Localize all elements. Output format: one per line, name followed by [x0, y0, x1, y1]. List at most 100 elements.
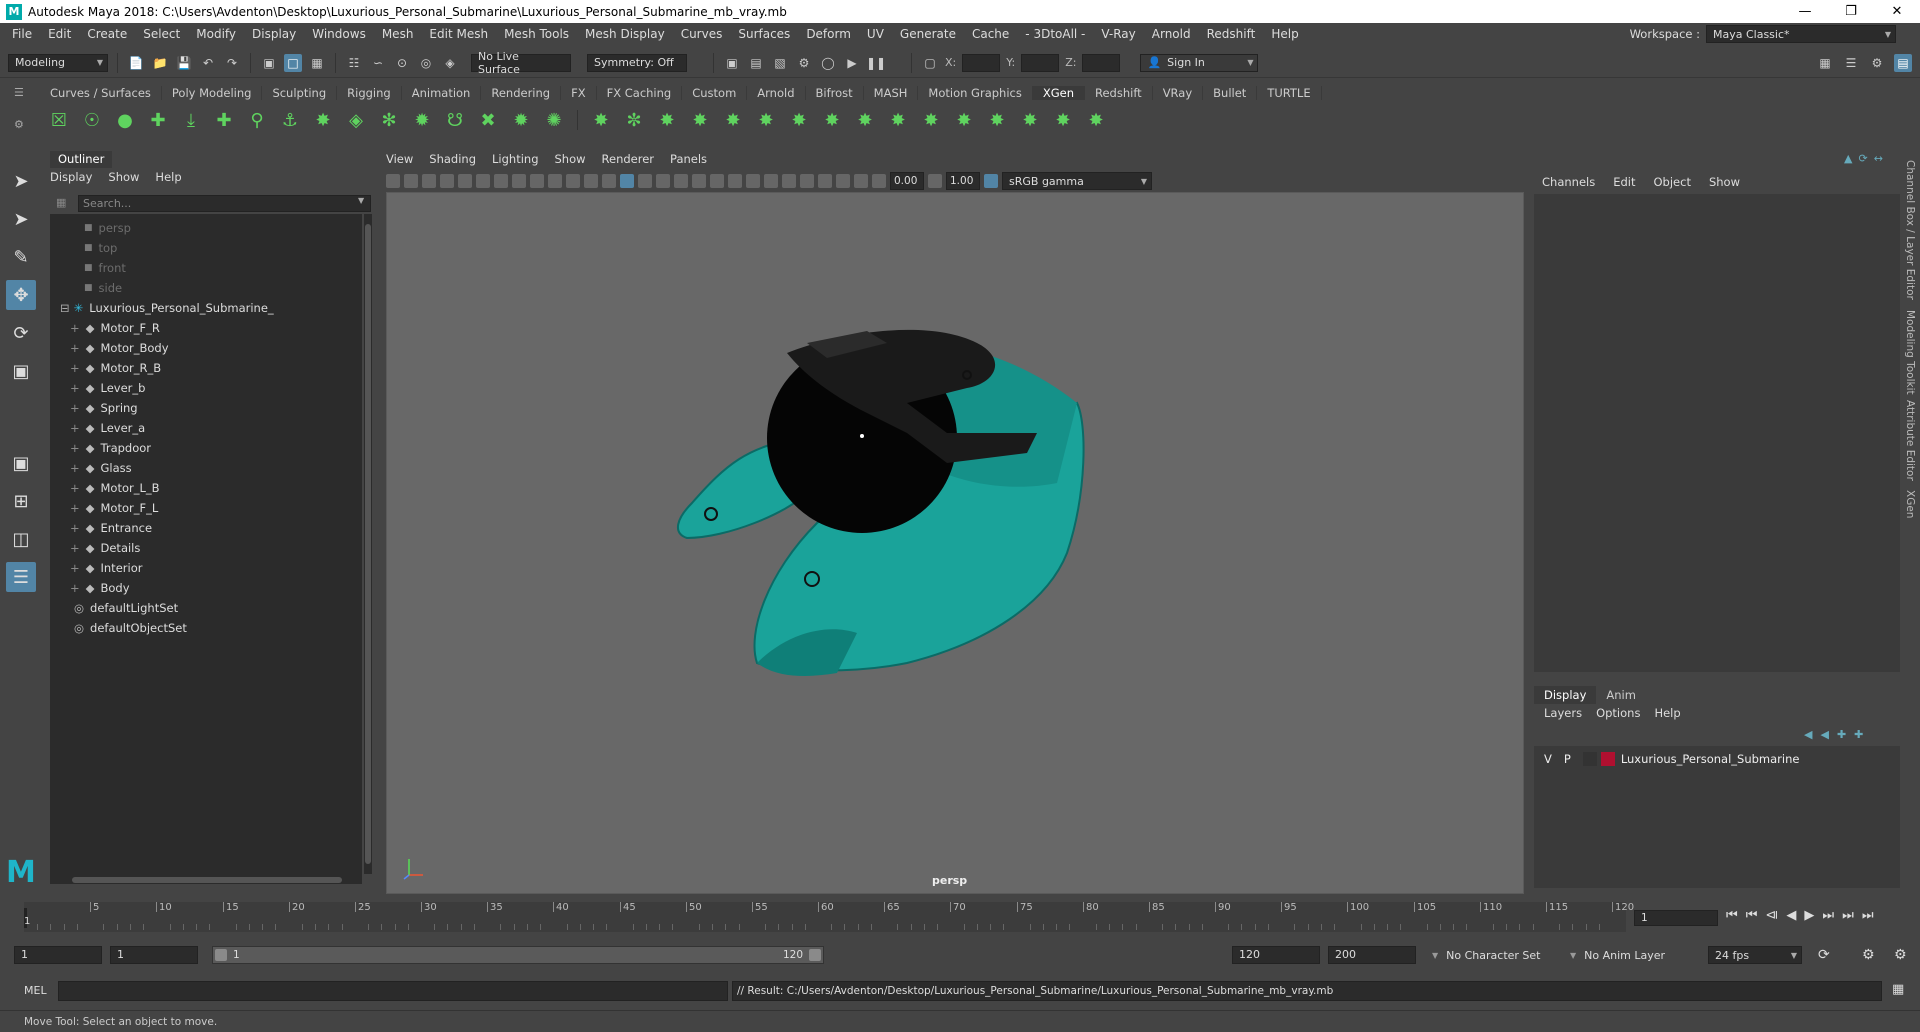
outliner-set-defaultobjectset[interactable]: ◎ defaultObjectSet: [74, 618, 187, 638]
outliner-camera-persp[interactable]: ■ persp: [84, 218, 131, 238]
sync-icon[interactable]: ⟳: [1858, 152, 1867, 165]
expand-icon[interactable]: +: [70, 381, 80, 395]
xgen-editor-icon[interactable]: ☒: [46, 107, 72, 133]
groom-width-icon[interactable]: ✸: [984, 107, 1010, 133]
groom-smooth-icon[interactable]: ✸: [786, 107, 812, 133]
guide-tool-2-icon[interactable]: ✹: [409, 107, 435, 133]
channel-box-menu-channels[interactable]: Channels: [1542, 175, 1595, 189]
menu-item-select[interactable]: Select: [135, 27, 188, 41]
loop-icon[interactable]: ⟳: [1818, 947, 1830, 963]
new-layer-icon[interactable]: ✚: [1837, 728, 1846, 741]
outliner-item-body[interactable]: + ◆ Body: [70, 578, 130, 598]
expand-icon[interactable]: +: [70, 461, 80, 475]
create-description-icon[interactable]: ☉: [79, 107, 105, 133]
guide-tool-4-icon[interactable]: ✖: [475, 107, 501, 133]
mode-select[interactable]: Modeling ▼: [8, 53, 108, 72]
gamma-icon[interactable]: [928, 174, 942, 188]
layer-tab-display[interactable]: Display: [1534, 686, 1597, 704]
outliner-root-group[interactable]: ⊟ ✳ Luxurious_Personal_Submarine_: [60, 298, 274, 318]
gate-mask-icon[interactable]: [548, 174, 562, 188]
field-chart-icon[interactable]: [566, 174, 580, 188]
menu-item-mesh[interactable]: Mesh: [374, 27, 422, 41]
render-icon[interactable]: ▤: [747, 54, 765, 72]
outliner-item-details[interactable]: + ◆ Details: [70, 538, 140, 558]
outliner-item-motor-r-b[interactable]: + ◆ Motor_R_B: [70, 358, 161, 378]
expand-icon[interactable]: +: [70, 441, 80, 455]
shelf-tab-mash[interactable]: MASH: [864, 86, 919, 100]
layer-menu-help[interactable]: Help: [1654, 706, 1680, 720]
rotate-tool-icon[interactable]: ⟳: [6, 318, 36, 348]
play-forwards-icon[interactable]: ▶: [1804, 908, 1814, 923]
scale-tool-icon[interactable]: ▣: [6, 356, 36, 386]
minimize-icon[interactable]: —: [1782, 0, 1828, 23]
viewport-menu-show[interactable]: Show: [555, 152, 586, 166]
auto-key-icon[interactable]: ⚙: [1862, 947, 1875, 963]
layer-menu-layers[interactable]: Layers: [1544, 706, 1582, 720]
outliner-camera-front[interactable]: ■ front: [84, 258, 126, 278]
menu-item-edit-mesh[interactable]: Edit Mesh: [421, 27, 496, 41]
menu-item-create[interactable]: Create: [79, 27, 135, 41]
grease-pencil-icon[interactable]: [476, 174, 490, 188]
menu-item-mesh-tools[interactable]: Mesh Tools: [496, 27, 577, 41]
layer-playback-toggle[interactable]: P: [1564, 752, 1571, 766]
shelf-tab-animation[interactable]: Animation: [402, 86, 482, 100]
layer-menu-options[interactable]: Options: [1596, 706, 1640, 720]
live-surface-field[interactable]: No Live Surface: [471, 50, 571, 76]
viewport-menu-renderer[interactable]: Renderer: [602, 152, 655, 166]
outliner-camera-top[interactable]: ■ top: [84, 238, 117, 258]
shelf-tab-bullet[interactable]: Bullet: [1203, 86, 1258, 100]
snap-point-icon[interactable]: ⊙: [393, 54, 411, 72]
menu-item-generate[interactable]: Generate: [892, 27, 964, 41]
select-tool-icon[interactable]: ➤: [6, 166, 36, 196]
layer-reference-toggle[interactable]: [1582, 752, 1597, 766]
menu-item-edit[interactable]: Edit: [40, 27, 79, 41]
ipr-render-icon[interactable]: ▧: [771, 54, 789, 72]
outliner-search-input[interactable]: Search...: [78, 195, 371, 212]
wireframe-icon[interactable]: [602, 174, 616, 188]
layer-color-swatch[interactable]: [1600, 752, 1615, 766]
fps-select[interactable]: 24 fps ▼: [1708, 946, 1802, 964]
guide-tool-icon[interactable]: ✸: [310, 107, 336, 133]
outliner-layout-icon[interactable]: ☰: [6, 562, 36, 592]
shelf-tab-fx-caching[interactable]: FX Caching: [597, 86, 683, 100]
menu-item-surfaces[interactable]: Surfaces: [730, 27, 798, 41]
isolate-select-icon[interactable]: [800, 174, 814, 188]
layer-tab-anim[interactable]: Anim: [1596, 686, 1646, 704]
save-scene-icon[interactable]: 💾: [175, 54, 193, 72]
snap-surface-icon[interactable]: ◈: [441, 54, 459, 72]
play-backwards-icon[interactable]: ◀: [1786, 908, 1796, 923]
shelf-tab-xgen[interactable]: XGen: [1032, 86, 1085, 100]
wireframe-on-shaded-icon[interactable]: [656, 174, 670, 188]
playback-start-field[interactable]: 1: [110, 946, 198, 964]
use-all-lights-icon[interactable]: [692, 174, 706, 188]
depth-of-field-icon[interactable]: [782, 174, 796, 188]
move-layer-down-icon[interactable]: ◀: [1820, 728, 1828, 741]
outliner-item-motor-f-r[interactable]: + ◆ Motor_F_R: [70, 318, 160, 338]
expand-icon[interactable]: +: [70, 581, 80, 595]
ambient-occlusion-icon[interactable]: [728, 174, 742, 188]
end-time-field[interactable]: 200: [1328, 946, 1416, 964]
range-start-handle[interactable]: [215, 949, 227, 961]
step-forward-key-icon[interactable]: ⏭: [1822, 908, 1834, 923]
shelf-tab-poly-modeling[interactable]: Poly Modeling: [162, 86, 263, 100]
xray-joints-icon[interactable]: [836, 174, 850, 188]
side-tab-modeling-toolkit[interactable]: Modeling Toolkit: [1904, 310, 1916, 395]
expand-icon[interactable]: +: [70, 501, 80, 515]
outliner-menu-display[interactable]: Display: [50, 170, 92, 184]
current-frame-field[interactable]: 1: [1634, 910, 1718, 926]
outliner-tab[interactable]: Outliner: [50, 151, 113, 168]
render-settings-icon[interactable]: ⚙: [795, 54, 813, 72]
expand-icon[interactable]: +: [70, 521, 80, 535]
expand-icon[interactable]: ↔: [1874, 152, 1883, 165]
groom-grab-icon[interactable]: ✸: [720, 107, 746, 133]
vray-stop-icon[interactable]: ❚❚: [866, 54, 886, 72]
vray-render-icon[interactable]: ▶: [843, 54, 861, 72]
transform-absolute-icon[interactable]: ▢: [921, 54, 939, 72]
perspective-viewport[interactable]: [386, 192, 1524, 894]
outliner-hscrollbar[interactable]: [62, 876, 358, 884]
shelf-tab-curves-surfaces[interactable]: Curves / Surfaces: [40, 86, 162, 100]
guide-tool-3-icon[interactable]: ☋: [442, 107, 468, 133]
channel-box-area[interactable]: [1534, 194, 1900, 672]
sculpt-guide-icon[interactable]: ⤓: [178, 107, 204, 133]
outliner-item-motor-l-b[interactable]: + ◆ Motor_L_B: [70, 478, 160, 498]
